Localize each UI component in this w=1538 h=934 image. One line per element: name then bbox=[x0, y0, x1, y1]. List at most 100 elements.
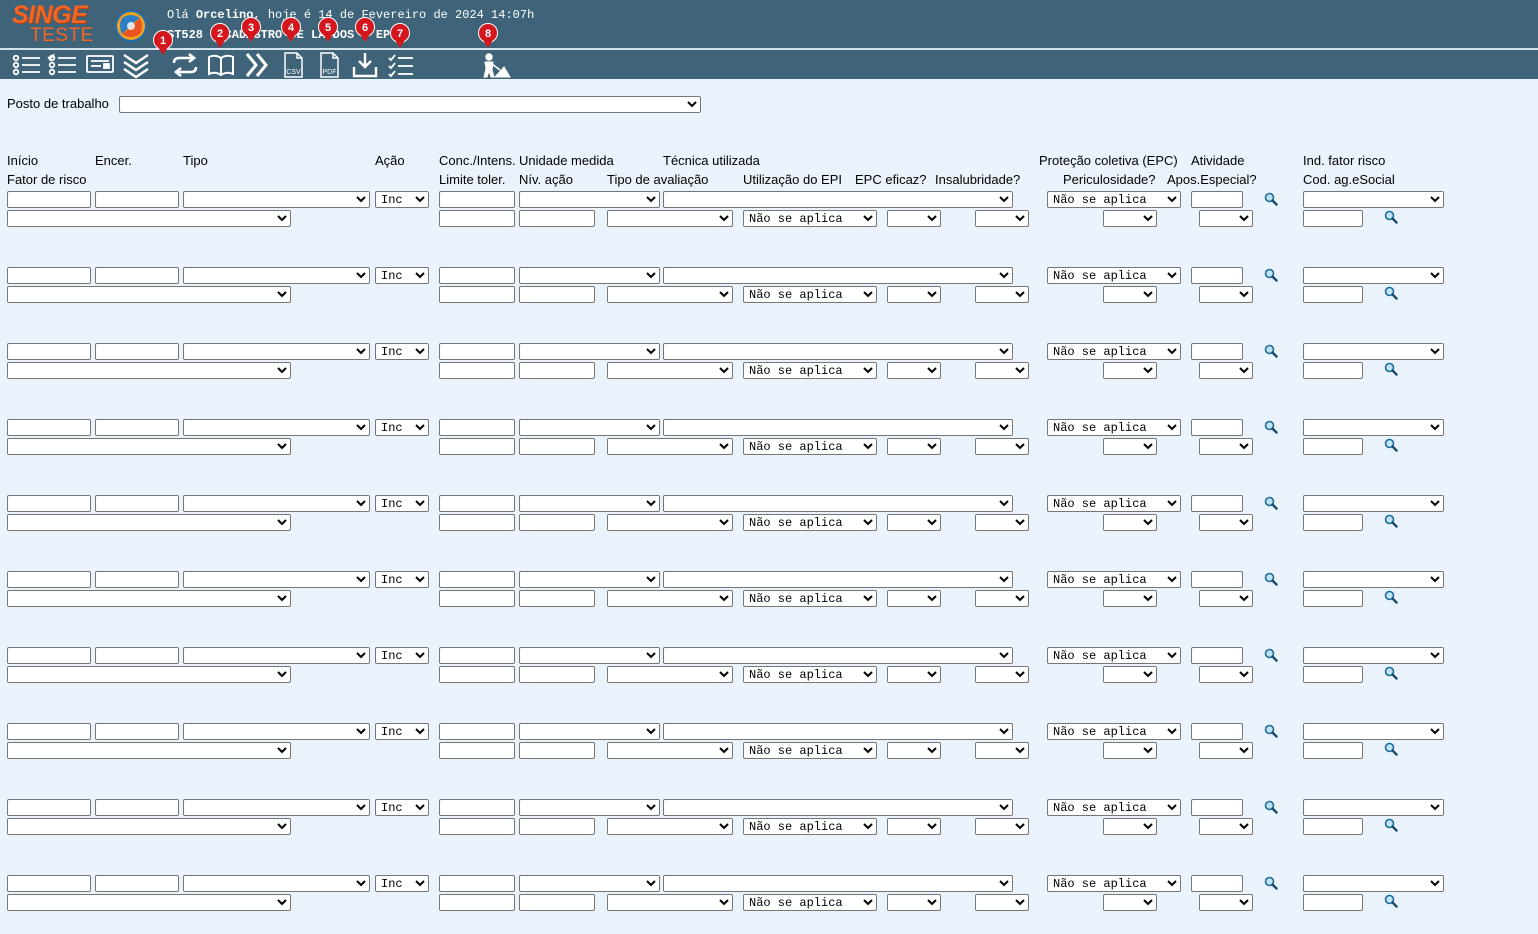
cod-ag-input[interactable] bbox=[1303, 514, 1363, 531]
limite-input[interactable] bbox=[439, 818, 515, 835]
periculosidade-select[interactable] bbox=[1103, 438, 1157, 455]
periculosidade-select[interactable] bbox=[1103, 210, 1157, 227]
cod-ag-input[interactable] bbox=[1303, 286, 1363, 303]
search-icon[interactable] bbox=[1264, 496, 1278, 510]
posto-select[interactable] bbox=[119, 96, 701, 113]
acao-select[interactable]: Inc bbox=[375, 571, 429, 588]
niv-acao-input[interactable] bbox=[519, 438, 595, 455]
encer-input[interactable] bbox=[95, 723, 179, 740]
limite-input[interactable] bbox=[439, 894, 515, 911]
cod-ag-input[interactable] bbox=[1303, 590, 1363, 607]
fator-risco-select[interactable] bbox=[7, 894, 291, 911]
conc-input[interactable] bbox=[439, 191, 515, 208]
search-icon[interactable] bbox=[1384, 210, 1398, 224]
badge-6[interactable]: 6 bbox=[355, 17, 375, 43]
periculosidade-select[interactable] bbox=[1103, 362, 1157, 379]
epc-select[interactable]: Não se aplica bbox=[1047, 875, 1181, 892]
badge-8[interactable]: 8 bbox=[478, 23, 498, 49]
epi-select[interactable]: Não se aplica bbox=[743, 818, 877, 835]
tipo-select[interactable] bbox=[183, 495, 370, 512]
inicio-input[interactable] bbox=[7, 799, 91, 816]
tecnica-select[interactable] bbox=[663, 267, 1013, 284]
acao-select[interactable]: Inc bbox=[375, 419, 429, 436]
epi-select[interactable]: Não se aplica bbox=[743, 742, 877, 759]
epc-eficaz-select[interactable] bbox=[887, 590, 941, 607]
acao-select[interactable]: Inc bbox=[375, 267, 429, 284]
tecnica-select[interactable] bbox=[663, 495, 1013, 512]
niv-acao-input[interactable] bbox=[519, 894, 595, 911]
epc-eficaz-select[interactable] bbox=[887, 514, 941, 531]
atividade-input[interactable] bbox=[1191, 267, 1243, 284]
cod-ag-input[interactable] bbox=[1303, 894, 1363, 911]
epc-select[interactable]: Não se aplica bbox=[1047, 267, 1181, 284]
apos-especial-select[interactable] bbox=[1199, 286, 1253, 303]
acao-select[interactable]: Inc bbox=[375, 875, 429, 892]
tecnica-select[interactable] bbox=[663, 419, 1013, 436]
epc-select[interactable]: Não se aplica bbox=[1047, 571, 1181, 588]
acao-select[interactable]: Inc bbox=[375, 495, 429, 512]
atividade-input[interactable] bbox=[1191, 723, 1243, 740]
conc-input[interactable] bbox=[439, 495, 515, 512]
pdf-file-icon[interactable]: PDF bbox=[313, 51, 345, 79]
search-icon[interactable] bbox=[1384, 514, 1398, 528]
acao-select[interactable]: Inc bbox=[375, 647, 429, 664]
fator-risco-select[interactable] bbox=[7, 210, 291, 227]
niv-acao-input[interactable] bbox=[519, 514, 595, 531]
unidade-select[interactable] bbox=[519, 571, 660, 588]
encer-input[interactable] bbox=[95, 495, 179, 512]
epc-eficaz-select[interactable] bbox=[887, 210, 941, 227]
search-icon[interactable] bbox=[1264, 192, 1278, 206]
epc-select[interactable]: Não se aplica bbox=[1047, 723, 1181, 740]
limite-input[interactable] bbox=[439, 286, 515, 303]
search-icon[interactable] bbox=[1384, 438, 1398, 452]
epc-eficaz-select[interactable] bbox=[887, 438, 941, 455]
ind-fator-select[interactable] bbox=[1303, 723, 1444, 740]
tipo-select[interactable] bbox=[183, 647, 370, 664]
periculosidade-select[interactable] bbox=[1103, 818, 1157, 835]
epc-select[interactable]: Não se aplica bbox=[1047, 191, 1181, 208]
ind-fator-select[interactable] bbox=[1303, 191, 1444, 208]
search-icon[interactable] bbox=[1384, 362, 1398, 376]
tipo-select[interactable] bbox=[183, 571, 370, 588]
conc-input[interactable] bbox=[439, 723, 515, 740]
encer-input[interactable] bbox=[95, 343, 179, 360]
double-chevron-down-icon[interactable] bbox=[120, 51, 152, 79]
search-icon[interactable] bbox=[1384, 666, 1398, 680]
apos-especial-select[interactable] bbox=[1199, 210, 1253, 227]
niv-acao-input[interactable] bbox=[519, 818, 595, 835]
epc-eficaz-select[interactable] bbox=[887, 742, 941, 759]
conc-input[interactable] bbox=[439, 419, 515, 436]
tipo-select[interactable] bbox=[183, 799, 370, 816]
insalubridade-select[interactable] bbox=[975, 286, 1029, 303]
search-icon[interactable] bbox=[1384, 894, 1398, 908]
encer-input[interactable] bbox=[95, 191, 179, 208]
ind-fator-select[interactable] bbox=[1303, 799, 1444, 816]
acao-select[interactable]: Inc bbox=[375, 723, 429, 740]
cod-ag-input[interactable] bbox=[1303, 210, 1363, 227]
epi-select[interactable]: Não se aplica bbox=[743, 894, 877, 911]
limite-input[interactable] bbox=[439, 438, 515, 455]
inicio-input[interactable] bbox=[7, 647, 91, 664]
search-icon[interactable] bbox=[1264, 344, 1278, 358]
inicio-input[interactable] bbox=[7, 875, 91, 892]
atividade-input[interactable] bbox=[1191, 571, 1243, 588]
insalubridade-select[interactable] bbox=[975, 742, 1029, 759]
checklist-icon[interactable] bbox=[46, 51, 78, 79]
unidade-select[interactable] bbox=[519, 875, 660, 892]
insalubridade-select[interactable] bbox=[975, 438, 1029, 455]
tecnica-select[interactable] bbox=[663, 571, 1013, 588]
refresh-icon[interactable] bbox=[169, 51, 201, 79]
apos-especial-select[interactable] bbox=[1199, 894, 1253, 911]
inicio-input[interactable] bbox=[7, 571, 91, 588]
search-icon[interactable] bbox=[1264, 724, 1278, 738]
encer-input[interactable] bbox=[95, 799, 179, 816]
atividade-input[interactable] bbox=[1191, 191, 1243, 208]
encer-input[interactable] bbox=[95, 571, 179, 588]
tipo-avaliacao-select[interactable] bbox=[607, 742, 733, 759]
acao-select[interactable]: Inc bbox=[375, 191, 429, 208]
unidade-select[interactable] bbox=[519, 647, 660, 664]
apos-especial-select[interactable] bbox=[1199, 818, 1253, 835]
tipo-select[interactable] bbox=[183, 343, 370, 360]
card-icon[interactable] bbox=[84, 51, 116, 79]
insalubridade-select[interactable] bbox=[975, 666, 1029, 683]
